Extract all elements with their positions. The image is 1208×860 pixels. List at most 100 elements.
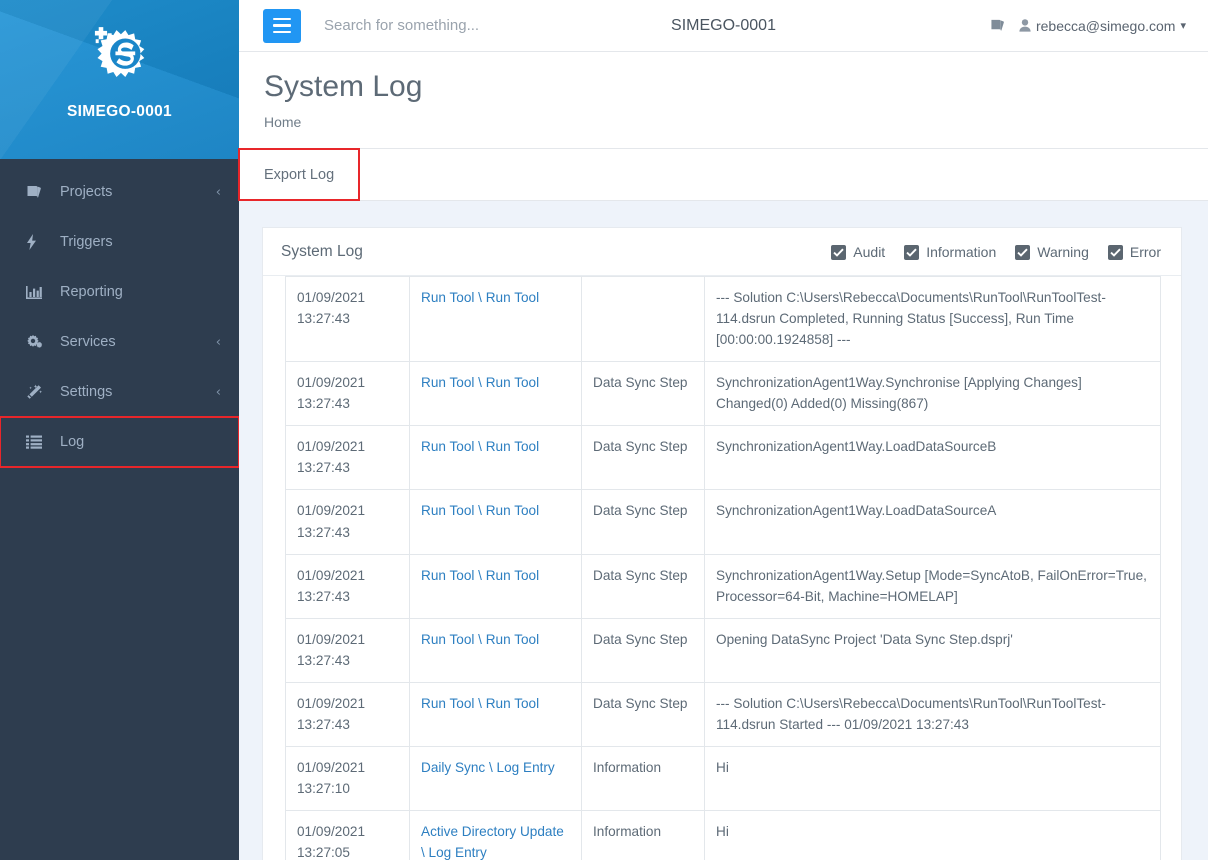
sidebar-brand-name: SIMEGO-0001	[67, 103, 172, 120]
log-time: 13:27:05	[297, 845, 350, 860]
sidebar-item-services[interactable]: Services ‹	[0, 317, 239, 367]
cell-type: Data Sync Step	[581, 617, 705, 683]
filter-audit[interactable]: Audit	[831, 244, 885, 260]
log-time: 13:27:43	[297, 652, 350, 668]
checkbox-checked-icon[interactable]	[1015, 244, 1031, 260]
cell-timestamp: 01/09/2021 13:27:43	[285, 489, 410, 555]
table-row[interactable]: 01/09/2021 13:27:10 Daily Sync \ Log Ent…	[285, 745, 1161, 812]
log-date: 01/09/2021	[297, 375, 366, 391]
log-time: 13:27:43	[297, 311, 350, 327]
log-table: 01/09/2021 13:27:43 Run Tool \ Run Tool …	[285, 275, 1161, 860]
sidebar-item-label: Triggers	[60, 234, 113, 250]
cell-source: Run Tool \ Run Tool	[409, 361, 582, 427]
sidebar-item-label: Settings	[60, 384, 113, 400]
checkbox-checked-icon[interactable]	[1107, 244, 1123, 260]
cell-message: SynchronizationAgent1Way.LoadDataSourceA	[704, 489, 1161, 555]
search-input[interactable]	[322, 16, 652, 35]
cell-message: SynchronizationAgent1Way.Synchronise [Ap…	[704, 361, 1161, 427]
cell-type: Information	[581, 745, 705, 812]
table-row[interactable]: 01/09/2021 13:27:43 Run Tool \ Run Tool …	[285, 425, 1161, 491]
log-source-link[interactable]: Active Directory Update \ Log Entry	[421, 824, 564, 860]
tab-export-log[interactable]: Export Log	[237, 148, 361, 201]
table-row[interactable]: 01/09/2021 13:27:43 Run Tool \ Run Tool …	[285, 489, 1161, 555]
sidebar-nav: Projects ‹ Triggers Reporting Services ‹…	[0, 159, 240, 468]
book-icon[interactable]	[990, 19, 1005, 33]
filter-label: Information	[926, 244, 997, 260]
hamburger-icon[interactable]	[263, 8, 301, 43]
sidebar-item-triggers[interactable]: Triggers	[0, 217, 239, 267]
cell-type: Data Sync Step	[581, 425, 705, 491]
log-source-link[interactable]: Run Tool \ Run Tool	[421, 439, 539, 454]
filter-label: Audit	[853, 244, 886, 260]
log-date: 01/09/2021	[297, 631, 366, 647]
cell-message: --- Solution C:\Users\Rebecca\Documents\…	[704, 275, 1161, 363]
log-date: 01/09/2021	[297, 824, 366, 840]
log-time: 13:27:43	[297, 460, 350, 476]
log-source-link[interactable]: Run Tool \ Run Tool	[421, 568, 539, 583]
log-table-body: 01/09/2021 13:27:43 Run Tool \ Run Tool …	[285, 275, 1161, 860]
table-row[interactable]: 01/09/2021 13:27:43 Run Tool \ Run Tool …	[285, 681, 1161, 747]
breadcrumb[interactable]: Home	[264, 114, 1208, 130]
log-date: 01/09/2021	[297, 567, 366, 583]
cell-timestamp: 01/09/2021 13:27:43	[285, 681, 410, 747]
card-title: System Log	[281, 243, 363, 260]
checkbox-checked-icon[interactable]	[831, 244, 847, 260]
chevron-left-icon: ‹	[215, 334, 221, 350]
log-table-wrap: 01/09/2021 13:27:43 Run Tool \ Run Tool …	[263, 275, 1181, 860]
log-level-filters: Audit Information Warning Error	[831, 244, 1161, 260]
tab-strip: Export Log	[237, 148, 1208, 201]
log-source-link[interactable]: Run Tool \ Run Tool	[421, 375, 539, 390]
cell-source: Active Directory Update \ Log Entry	[409, 810, 582, 860]
log-source-link[interactable]: Run Tool \ Run Tool	[421, 503, 539, 518]
sidebar-item-log[interactable]: Log	[0, 416, 240, 468]
filter-error[interactable]: Error	[1107, 244, 1161, 260]
cell-timestamp: 01/09/2021 13:27:43	[285, 425, 410, 491]
page-title: System Log	[264, 70, 423, 103]
sidebar-item-reporting[interactable]: Reporting	[0, 267, 239, 317]
log-time: 13:27:43	[297, 396, 350, 412]
filter-warning[interactable]: Warning	[1015, 244, 1089, 260]
user-email: rebecca@simego.com	[1035, 17, 1176, 34]
table-row[interactable]: 01/09/2021 13:27:43 Run Tool \ Run Tool …	[285, 275, 1161, 363]
table-row[interactable]: 01/09/2021 13:27:05 Active Directory Upd…	[285, 810, 1161, 860]
book-icon	[26, 184, 48, 200]
cell-source: Run Tool \ Run Tool	[409, 681, 582, 747]
cell-type	[581, 275, 705, 363]
table-row[interactable]: 01/09/2021 13:27:43 Run Tool \ Run Tool …	[285, 617, 1161, 683]
log-time: 13:27:43	[297, 588, 350, 604]
cell-source: Daily Sync \ Log Entry	[409, 745, 582, 812]
table-row[interactable]: 01/09/2021 13:27:43 Run Tool \ Run Tool …	[285, 361, 1161, 427]
sidebar-item-settings[interactable]: Settings ‹	[0, 367, 239, 417]
log-source-link[interactable]: Daily Sync \ Log Entry	[421, 760, 555, 775]
checkbox-checked-icon[interactable]	[904, 244, 920, 260]
log-source-link[interactable]: Run Tool \ Run Tool	[421, 696, 539, 711]
cell-message: SynchronizationAgent1Way.Setup [Mode=Syn…	[704, 553, 1161, 619]
log-date: 01/09/2021	[297, 439, 366, 455]
cell-source: Run Tool \ Run Tool	[409, 489, 582, 555]
bar-chart-icon	[26, 284, 48, 300]
user-menu[interactable]: rebecca@simego.com ▾	[1019, 18, 1186, 34]
body-area: System Log Audit Information Warning Err…	[239, 201, 1208, 860]
sidebar-item-label: Log	[60, 434, 85, 450]
sidebar-item-label: Projects	[60, 184, 113, 200]
filter-information[interactable]: Information	[904, 244, 996, 260]
log-source-link[interactable]: Run Tool \ Run Tool	[421, 632, 539, 647]
magic-wand-icon	[26, 384, 48, 400]
log-date: 01/09/2021	[297, 695, 366, 711]
user-icon	[1019, 19, 1031, 32]
app-root: SIMEGO-0001 Projects ‹ Triggers Reportin…	[0, 0, 1208, 860]
cell-type: Data Sync Step	[581, 553, 705, 619]
cell-timestamp: 01/09/2021 13:27:43	[285, 553, 410, 619]
log-date: 01/09/2021	[297, 503, 366, 519]
cell-message: --- Solution C:\Users\Rebecca\Documents\…	[704, 681, 1161, 747]
cell-source: Run Tool \ Run Tool	[409, 553, 582, 619]
chevron-left-icon: ‹	[215, 184, 221, 200]
table-row[interactable]: 01/09/2021 13:27:43 Run Tool \ Run Tool …	[285, 553, 1161, 619]
top-bar-right: rebecca@simego.com ▾	[990, 18, 1186, 34]
top-bar: SIMEGO-0001 rebecca@simego.com ▾	[239, 0, 1208, 52]
cell-type: Data Sync Step	[581, 681, 705, 747]
log-source-link[interactable]: Run Tool \ Run Tool	[421, 290, 539, 305]
log-date: 01/09/2021	[297, 290, 366, 305]
sidebar-item-projects[interactable]: Projects ‹	[0, 167, 239, 217]
page-header: System Log Home	[239, 52, 1208, 130]
